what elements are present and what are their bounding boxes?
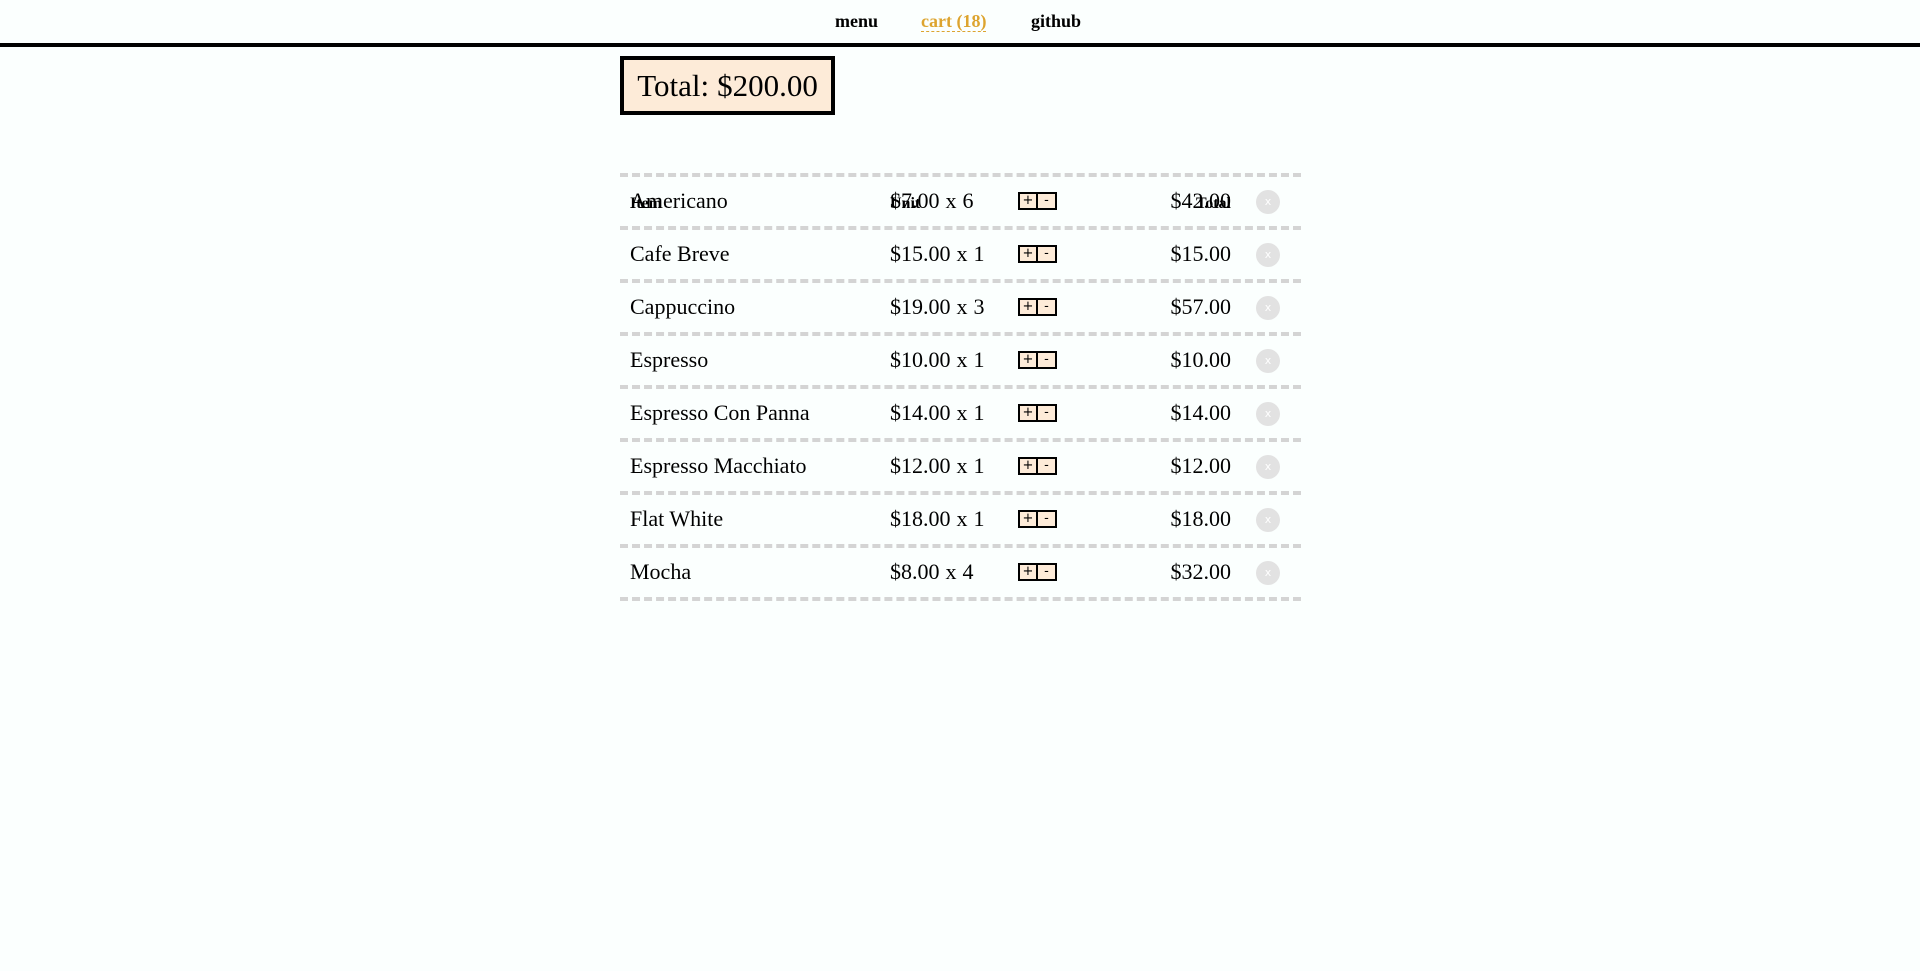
item-total: $10.00: [1170, 347, 1232, 372]
item-quantity: 1: [973, 241, 985, 266]
remove-item-button[interactable]: x: [1256, 349, 1280, 373]
quantity-stepper: + -: [1018, 245, 1057, 263]
item-total: $18.00: [1170, 506, 1232, 531]
item-name: Espresso Con Panna: [630, 400, 810, 425]
decrease-quantity-button[interactable]: -: [1038, 404, 1057, 422]
cart-table-header: Item Unit Total: [620, 139, 1301, 212]
cart-total-label: Total:: [637, 68, 710, 103]
nav-link-menu[interactable]: menu: [835, 11, 878, 31]
quantity-stepper: + -: [1018, 510, 1057, 528]
decrease-quantity-button[interactable]: -: [1038, 510, 1057, 528]
table-row: Espresso Macchiato $12.00 x 1 + - $12.00 x: [620, 438, 1301, 491]
item-unit: $19.00 x 3: [890, 294, 985, 320]
unit-price: $7.00: [890, 188, 940, 213]
item-name: Cappuccino: [630, 294, 736, 319]
item-quantity: 1: [973, 506, 985, 531]
item-unit: $8.00 x 4: [890, 559, 974, 585]
remove-item-button[interactable]: x: [1256, 190, 1280, 214]
table-row: Mocha $8.00 x 4 + - $32.00 x: [620, 544, 1301, 601]
item-name: Flat White: [630, 506, 724, 531]
decrease-quantity-button[interactable]: -: [1038, 245, 1057, 263]
item-name: Cafe Breve: [630, 241, 730, 266]
item-quantity: 4: [962, 559, 974, 584]
unit-price: $15.00: [890, 241, 951, 266]
item-unit: $12.00 x 1: [890, 453, 985, 479]
table-row: Cafe Breve $15.00 x 1 + - $15.00 x: [620, 226, 1301, 279]
item-unit: $18.00 x 1: [890, 506, 985, 532]
increase-quantity-button[interactable]: +: [1018, 563, 1038, 581]
cart-rows: Americano $7.00 x 6 + - $42.00 x Cafe Breve $15.0…: [620, 173, 1301, 601]
quantity-stepper: + -: [1018, 457, 1057, 475]
item-name: Espresso: [630, 347, 709, 372]
times-sign: x: [956, 453, 968, 478]
nav-link-github[interactable]: github: [1031, 11, 1081, 31]
times-sign: x: [945, 559, 957, 584]
table-row: Flat White $18.00 x 1 + - $18.00 x: [620, 491, 1301, 544]
table-row: Americano $7.00 x 6 + - $42.00 x: [620, 173, 1301, 226]
item-quantity: 1: [973, 453, 985, 478]
table-row: Espresso Con Panna $14.00 x 1 + - $14.00 x: [620, 385, 1301, 438]
quantity-stepper: + -: [1018, 192, 1057, 210]
unit-price: $10.00: [890, 347, 951, 372]
nav-link-cart[interactable]: cart (18): [921, 11, 987, 32]
top-nav: menu cart (18) github: [0, 0, 1920, 47]
item-total: $15.00: [1170, 241, 1232, 266]
cart-table: Item Unit Total Americano $7.00 x 6 + - $42.00…: [620, 139, 1301, 601]
remove-item-button[interactable]: x: [1256, 455, 1280, 479]
table-row: Cappuccino $19.00 x 3 + - $57.00 x: [620, 279, 1301, 332]
item-unit: $10.00 x 1: [890, 347, 985, 373]
cart-total-box: Total: $200.00: [620, 56, 835, 115]
times-sign: x: [956, 347, 968, 372]
item-quantity: 3: [973, 294, 985, 319]
remove-item-button[interactable]: x: [1256, 402, 1280, 426]
unit-price: $8.00: [890, 559, 940, 584]
item-name: Americano: [630, 188, 728, 213]
item-name: Espresso Macchiato: [630, 453, 807, 478]
item-quantity: 1: [973, 347, 985, 372]
item-total: $12.00: [1170, 453, 1232, 478]
item-total: $42.00: [1170, 188, 1232, 213]
increase-quantity-button[interactable]: +: [1018, 404, 1038, 422]
quantity-stepper: + -: [1018, 298, 1057, 316]
item-quantity: 6: [962, 188, 974, 213]
unit-price: $19.00: [890, 294, 951, 319]
times-sign: x: [956, 241, 968, 266]
remove-item-button[interactable]: x: [1256, 243, 1280, 267]
times-sign: x: [956, 294, 968, 319]
remove-item-button[interactable]: x: [1256, 508, 1280, 532]
increase-quantity-button[interactable]: +: [1018, 298, 1038, 316]
decrease-quantity-button[interactable]: -: [1038, 563, 1057, 581]
decrease-quantity-button[interactable]: -: [1038, 298, 1057, 316]
remove-item-button[interactable]: x: [1256, 296, 1280, 320]
table-row: Espresso $10.00 x 1 + - $10.00 x: [620, 332, 1301, 385]
remove-item-button[interactable]: x: [1256, 561, 1280, 585]
quantity-stepper: + -: [1018, 351, 1057, 369]
unit-price: $18.00: [890, 506, 951, 531]
item-total: $14.00: [1170, 400, 1232, 425]
item-unit: $7.00 x 6: [890, 188, 974, 214]
increase-quantity-button[interactable]: +: [1018, 245, 1038, 263]
unit-price: $12.00: [890, 453, 951, 478]
decrease-quantity-button[interactable]: -: [1038, 192, 1057, 210]
increase-quantity-button[interactable]: +: [1018, 457, 1038, 475]
item-unit: $15.00 x 1: [890, 241, 985, 267]
quantity-stepper: + -: [1018, 563, 1057, 581]
decrease-quantity-button[interactable]: -: [1038, 351, 1057, 369]
item-total: $32.00: [1170, 559, 1232, 584]
increase-quantity-button[interactable]: +: [1018, 510, 1038, 528]
unit-price: $14.00: [890, 400, 951, 425]
times-sign: x: [956, 506, 968, 531]
decrease-quantity-button[interactable]: -: [1038, 457, 1057, 475]
quantity-stepper: + -: [1018, 404, 1057, 422]
item-total: $57.00: [1170, 294, 1232, 319]
item-name: Mocha: [630, 559, 692, 584]
item-unit: $14.00 x 1: [890, 400, 985, 426]
increase-quantity-button[interactable]: +: [1018, 192, 1038, 210]
times-sign: x: [945, 188, 957, 213]
increase-quantity-button[interactable]: +: [1018, 351, 1038, 369]
times-sign: x: [956, 400, 968, 425]
item-quantity: 1: [973, 400, 985, 425]
cart-total-amount: $200.00: [717, 68, 818, 103]
